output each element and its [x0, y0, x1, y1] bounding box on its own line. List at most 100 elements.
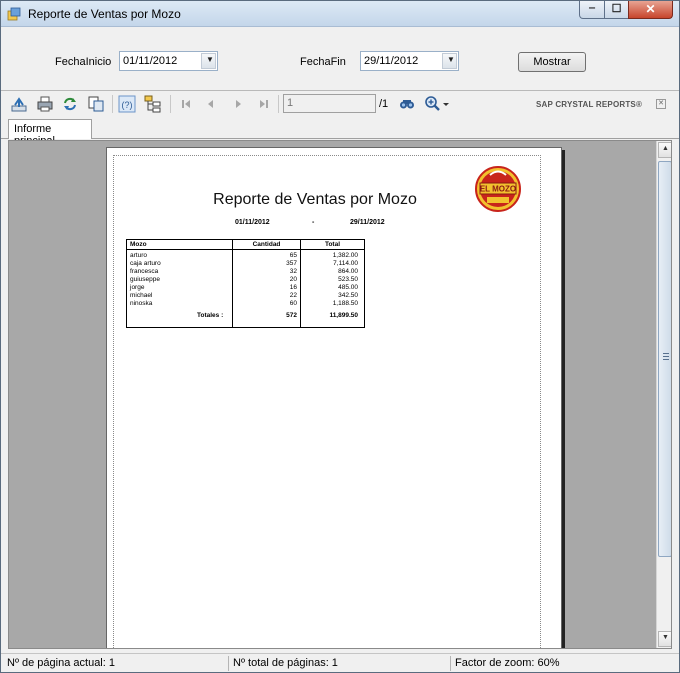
report-date-from: 01/11/2012 — [235, 219, 270, 226]
report-date-to: 29/11/2012 — [350, 219, 385, 226]
table-cell-mozo: arturo — [130, 252, 147, 259]
column-mozo-values: arturo caja arturo francesca guiuseppe jorge… — [130, 252, 230, 308]
report-toolbar: (?) 1 /1 SAP CRYSTAL REPORTS® ✕ — [1, 91, 679, 117]
parameter-panel: FechaInicio 01/11/2012 ▼ FechaFin 29/11/… — [1, 27, 679, 91]
end-date-dropdown[interactable]: ▼ — [442, 53, 457, 69]
copy-icon[interactable] — [87, 95, 105, 113]
minimize-button[interactable]: ‒ — [579, 1, 605, 19]
table-cell-total: 342.50 — [338, 292, 358, 299]
logo-text: EL MOZO — [480, 185, 516, 194]
maximize-icon: ☐ — [611, 3, 622, 15]
toolbar-separator — [278, 95, 279, 113]
status-zoom: Factor de zoom: 60% — [455, 657, 560, 669]
totals-label: Totales : — [197, 312, 224, 319]
table-cell-total: 1,188.50 — [332, 300, 358, 307]
scroll-up-button[interactable]: ▲ — [658, 142, 671, 158]
report-page: Reporte de Ventas por Mozo 01/11/2012 - … — [106, 147, 562, 648]
show-button[interactable]: Mostrar — [518, 52, 586, 72]
column-header-total: Total — [324, 241, 341, 248]
status-separator — [228, 656, 229, 671]
report-viewer[interactable]: Reporte de Ventas por Mozo 01/11/2012 - … — [8, 140, 672, 649]
chevron-up-icon: ▲ — [662, 145, 669, 152]
table-cell-cantidad: 22 — [289, 292, 297, 299]
column-total-values: 1,382.00 7,114.00 864.00 523.50 485.00 342.50… — [301, 252, 358, 308]
page-number-value: 1 — [287, 97, 294, 109]
scroll-down-button[interactable]: ▼ — [658, 631, 671, 647]
group-tree-icon[interactable] — [144, 95, 162, 113]
totals-cantidad: 572 — [286, 312, 297, 319]
table-cell-total: 864.00 — [338, 268, 358, 275]
close-icon: ✕ — [645, 2, 656, 16]
table-cell-cantidad: 65 — [289, 252, 297, 259]
minimize-icon: ‒ — [588, 2, 596, 14]
prev-page-icon[interactable] — [202, 95, 220, 113]
table-cell-cantidad: 60 — [289, 300, 297, 307]
crystal-reports-brand: SAP CRYSTAL REPORTS® — [536, 100, 643, 109]
close-button[interactable]: ✕ — [628, 1, 673, 19]
chevron-down-icon: ▼ — [206, 55, 214, 64]
page-number-input[interactable]: 1 — [283, 94, 376, 113]
chevron-down-icon: ▼ — [447, 55, 455, 64]
last-page-icon[interactable] — [255, 95, 273, 113]
table-cell-cantidad: 32 — [289, 268, 297, 275]
column-header-cantidad: Cantidad — [252, 241, 281, 248]
sales-table: Mozo Cantidad Total arturo caja arturo fra… — [126, 239, 365, 328]
start-date-label: FechaInicio — [55, 56, 112, 68]
table-header-divider — [127, 249, 364, 250]
maximize-button[interactable]: ☐ — [604, 1, 629, 19]
tab-strip: Informe principal — [1, 117, 679, 147]
restaurant-logo: EL MOZO — [475, 166, 521, 212]
zoom-icon[interactable] — [424, 95, 450, 113]
status-current-page: Nº de página actual: 1 — [7, 657, 115, 669]
page-margin-border — [113, 155, 541, 648]
grip-icon — [663, 353, 669, 360]
status-bar: Nº de página actual: 1 Nº total de págin… — [1, 653, 679, 672]
first-page-icon[interactable] — [177, 95, 195, 113]
table-cell-mozo: jorge — [130, 284, 145, 291]
app-icon — [7, 7, 21, 21]
end-date-picker[interactable]: 29/11/2012 ▼ — [360, 51, 459, 71]
report-date-separator: - — [312, 219, 315, 226]
start-date-dropdown[interactable]: ▼ — [201, 53, 216, 69]
help-icon[interactable]: (?) — [118, 95, 136, 113]
toolbar-separator — [112, 95, 113, 113]
end-date-value: 29/11/2012 — [364, 55, 419, 67]
column-cantidad-values: 65 357 32 20 16 22 60 — [233, 252, 297, 308]
report-title: Reporte de Ventas por Mozo — [213, 191, 417, 208]
status-separator — [450, 656, 451, 671]
chevron-down-icon: ▼ — [662, 634, 669, 641]
next-page-icon[interactable] — [229, 95, 247, 113]
table-cell-mozo: michael — [130, 292, 153, 299]
table-cell-mozo: caja arturo — [130, 260, 161, 267]
table-cell-cantidad: 357 — [286, 260, 297, 267]
window-title: Reporte de Ventas por Mozo — [28, 7, 181, 21]
start-date-picker[interactable]: 01/11/2012 ▼ — [119, 51, 218, 71]
table-cell-cantidad: 20 — [289, 276, 297, 283]
table-cell-mozo: francesca — [130, 268, 159, 275]
tab-main-report[interactable]: Informe principal — [8, 119, 92, 147]
table-cell-total: 485.00 — [338, 284, 358, 291]
toolbar-close-icon[interactable]: ✕ — [656, 99, 666, 109]
vertical-scrollbar[interactable]: ▲ ▼ — [656, 141, 671, 648]
find-icon[interactable] — [398, 95, 416, 113]
start-date-value: 01/11/2012 — [123, 55, 178, 67]
title-bar[interactable]: Reporte de Ventas por Mozo ‒ ☐ ✕ — [1, 1, 679, 27]
table-cell-total: 7,114.00 — [333, 260, 358, 267]
refresh-icon[interactable] — [61, 95, 79, 113]
svg-text:(?): (?) — [122, 100, 133, 110]
table-cell-total: 523.50 — [338, 276, 358, 283]
app-window: Reporte de Ventas por Mozo ‒ ☐ ✕ FechaIn… — [0, 0, 680, 673]
table-cell-total: 1,382.00 — [332, 252, 358, 259]
toolbar-separator — [170, 95, 171, 113]
table-cell-mozo: guiuseppe — [130, 276, 160, 283]
table-cell-cantidad: 16 — [289, 284, 297, 291]
column-header-mozo: Mozo — [130, 241, 147, 248]
end-date-label: FechaFin — [300, 56, 346, 68]
totals-total: 11,899.50 — [329, 312, 358, 319]
page-total-label: /1 — [379, 98, 389, 110]
scroll-thumb[interactable] — [658, 161, 671, 557]
print-icon[interactable] — [36, 95, 54, 113]
status-total-pages: Nº total de páginas: 1 — [233, 657, 338, 669]
export-icon[interactable] — [10, 95, 28, 113]
table-cell-mozo: ninoska — [130, 300, 153, 307]
